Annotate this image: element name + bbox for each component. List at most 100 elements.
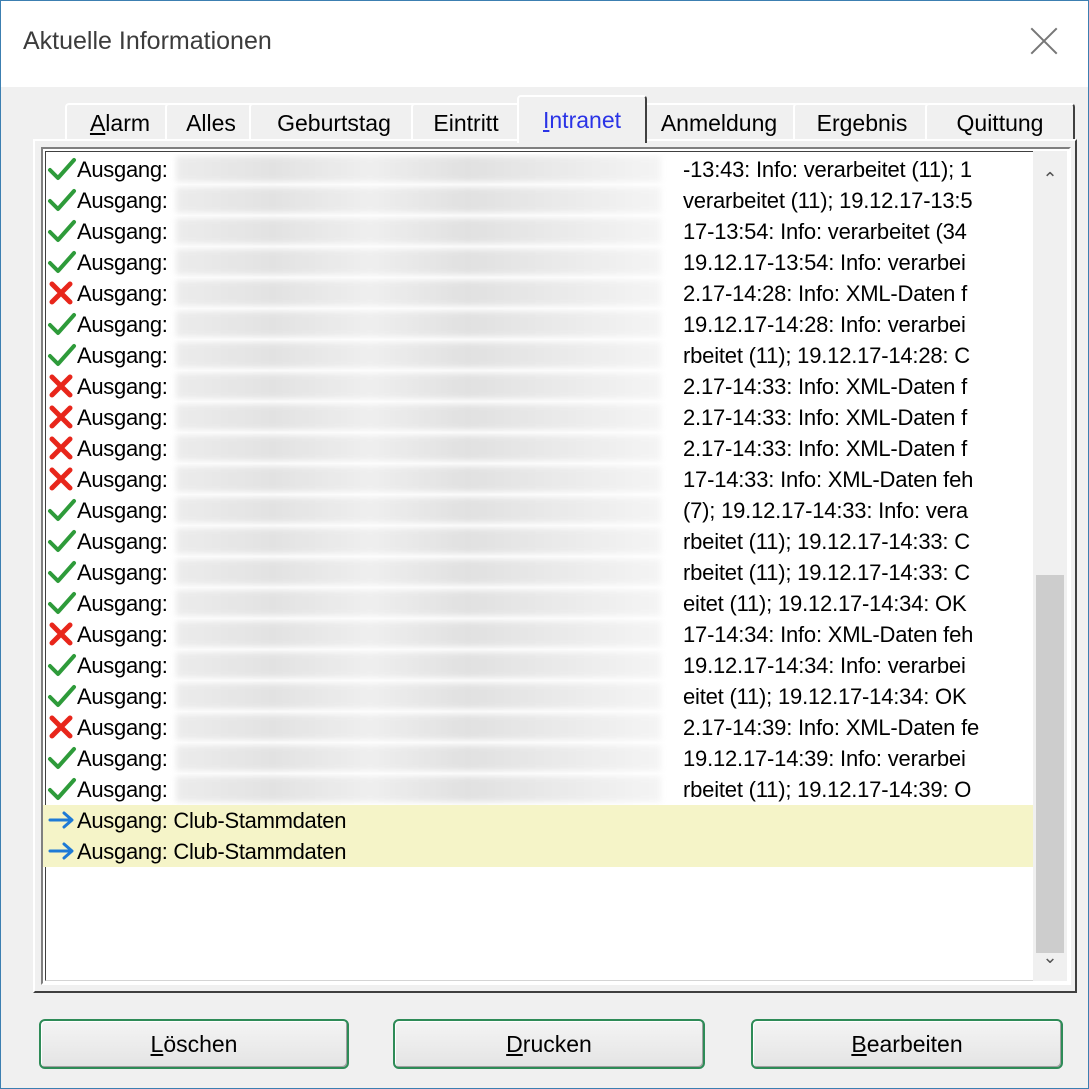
redacted-text: [175, 559, 661, 586]
tab-eintritt[interactable]: Eintritt: [411, 103, 521, 141]
list-item-label: Ausgang:: [77, 591, 168, 616]
redacted-text: [175, 280, 661, 307]
arrow-right-icon: [47, 838, 77, 864]
cross-icon: [47, 466, 77, 492]
message-rows: Ausgang: -13:43: Info: verarbeitet (11); …: [43, 154, 1033, 867]
list-item[interactable]: Ausgang: 17-14:33: Info: XML-Daten feh: [43, 464, 1033, 495]
list-item-label: Ausgang:: [77, 467, 168, 492]
edit-button-accel: B: [851, 1030, 867, 1057]
checkmark-icon: [47, 249, 77, 275]
checkmark-icon: [47, 745, 77, 771]
list-item-label: Ausgang:: [77, 219, 168, 244]
list-item[interactable]: Ausgang: rbeitet (11); 19.12.17-14:28: C: [43, 340, 1033, 371]
list-item[interactable]: Ausgang: 19.12.17-14:28: Info: verarbei: [43, 309, 1033, 340]
cross-icon: [47, 280, 77, 306]
list-item[interactable]: Ausgang: rbeitet (11); 19.12.17-14:33: C: [43, 557, 1033, 588]
list-item-label: Ausgang:: [77, 529, 168, 554]
list-item-label: Ausgang:: [77, 436, 168, 461]
redacted-text: [175, 745, 661, 772]
list-item[interactable]: Ausgang: 19.12.17-14:39: Info: verarbei: [43, 743, 1033, 774]
list-item-detail: rbeitet (11); 19.12.17-14:28: C: [683, 343, 970, 368]
cross-icon: [47, 404, 77, 430]
list-item-detail: 19.12.17-14:28: Info: verarbei: [683, 312, 966, 337]
redacted-text: [175, 218, 661, 245]
list-item[interactable]: Ausgang: 2.17-14:33: Info: XML-Daten f: [43, 402, 1033, 433]
vertical-scrollbar[interactable]: ⌃ ⌄: [1033, 151, 1067, 981]
checkmark-icon: [47, 342, 77, 368]
redacted-text: [175, 342, 661, 369]
list-item[interactable]: Ausgang: 17-13:54: Info: verarbeitet (34: [43, 216, 1033, 247]
list-item-label: Ausgang: Club-Stammdaten: [77, 839, 347, 864]
tab-label: Quittung: [956, 109, 1044, 136]
checkmark-icon: [47, 311, 77, 337]
tab-quittung[interactable]: Quittung: [925, 103, 1075, 141]
delete-button-label: öschen: [163, 1030, 238, 1057]
list-item[interactable]: Ausgang: eitet (11); 19.12.17-14:34: OK: [43, 588, 1033, 619]
close-icon[interactable]: [1022, 19, 1066, 63]
redacted-text: [175, 435, 661, 462]
tab-alarm[interactable]: Alarm: [65, 103, 175, 141]
list-item-detail: 2.17-14:33: Info: XML-Daten f: [683, 405, 968, 430]
delete-button[interactable]: Löschen: [39, 1019, 349, 1069]
checkmark-icon: [47, 187, 77, 213]
list-item[interactable]: Ausgang: 19.12.17-13:54: Info: verarbei: [43, 247, 1033, 278]
message-list[interactable]: Ausgang: -13:43: Info: verarbeitet (11); …: [41, 147, 1071, 985]
list-item[interactable]: Ausgang: 2.17-14:39: Info: XML-Daten fe: [43, 712, 1033, 743]
checkmark-icon: [47, 218, 77, 244]
cross-icon: [47, 435, 77, 461]
cross-icon: [47, 373, 77, 399]
list-item-detail: 19.12.17-13:54: Info: verarbei: [683, 250, 966, 275]
tab-ergebnis[interactable]: Ergebnis: [793, 103, 931, 141]
checkmark-icon: [47, 652, 77, 678]
tab-alles[interactable]: Alles: [165, 103, 257, 141]
list-item[interactable]: Ausgang: eitet (11); 19.12.17-14:34: OK: [43, 681, 1033, 712]
list-item-detail: 19.12.17-14:34: Info: verarbei: [683, 653, 966, 678]
checkmark-icon: [47, 528, 77, 554]
scroll-down-icon[interactable]: ⌄: [1033, 939, 1067, 975]
print-button[interactable]: Drucken: [393, 1019, 705, 1069]
list-item[interactable]: Ausgang: Club-Stammdaten: [43, 805, 1033, 836]
list-item[interactable]: Ausgang: Club-Stammdaten: [43, 836, 1033, 867]
list-item-label: Ausgang:: [77, 281, 168, 306]
list-item-label: Ausgang: Club-Stammdaten: [77, 808, 347, 833]
tab-geburtstag[interactable]: Geburtstag: [249, 103, 419, 141]
list-item[interactable]: Ausgang: (7); 19.12.17-14:33: Info: vera: [43, 495, 1033, 526]
arrow-right-icon: [47, 807, 77, 833]
tab-anmeldung[interactable]: Anmeldung: [639, 103, 799, 141]
list-item[interactable]: Ausgang: 19.12.17-14:34: Info: verarbei: [43, 650, 1033, 681]
list-item-detail: (7); 19.12.17-14:33: Info: vera: [683, 498, 968, 523]
tab-label: Anmeldung: [660, 109, 778, 136]
list-item-detail: 2.17-14:33: Info: XML-Daten f: [683, 374, 968, 399]
list-item-detail: rbeitet (11); 19.12.17-14:39: O: [683, 777, 972, 802]
list-item[interactable]: Ausgang: rbeitet (11); 19.12.17-14:33: C: [43, 526, 1033, 557]
list-item-detail: 2.17-14:28: Info: XML-Daten f: [683, 281, 968, 306]
redacted-text: [175, 714, 661, 741]
scroll-thumb[interactable]: [1036, 575, 1064, 953]
list-item[interactable]: Ausgang: 17-14:34: Info: XML-Daten feh: [43, 619, 1033, 650]
tab-label: larm: [105, 109, 151, 136]
list-item[interactable]: Ausgang: -13:43: Info: verarbeitet (11); …: [43, 154, 1033, 185]
redacted-text: [175, 373, 661, 400]
redacted-text: [175, 776, 661, 803]
print-button-label: rucken: [522, 1030, 592, 1057]
checkmark-icon: [47, 497, 77, 523]
tab-intranet[interactable]: Intranet: [517, 95, 647, 143]
list-item[interactable]: Ausgang: rbeitet (11); 19.12.17-14:39: O: [43, 774, 1033, 805]
list-item[interactable]: Ausgang: 2.17-14:33: Info: XML-Daten f: [43, 433, 1033, 464]
cross-icon: [47, 621, 77, 647]
list-item-label: Ausgang:: [77, 560, 168, 585]
list-item-detail: eitet (11); 19.12.17-14:34: OK: [683, 684, 967, 709]
list-item-label: Ausgang:: [77, 157, 168, 182]
edit-button-label: earbeiten: [866, 1030, 963, 1057]
scroll-up-icon[interactable]: ⌃: [1033, 161, 1067, 197]
list-item-label: Ausgang:: [77, 188, 168, 213]
list-item[interactable]: Ausgang: 2.17-14:33: Info: XML-Daten f: [43, 371, 1033, 402]
redacted-text: [175, 621, 661, 648]
list-item-label: Ausgang:: [77, 777, 168, 802]
list-item[interactable]: Ausgang: 2.17-14:28: Info: XML-Daten f: [43, 278, 1033, 309]
redacted-text: [175, 683, 661, 710]
list-item[interactable]: Ausgang: verarbeitet (11); 19.12.17-13:5: [43, 185, 1033, 216]
list-item-detail: 2.17-14:33: Info: XML-Daten f: [683, 436, 968, 461]
edit-button[interactable]: Bearbeiten: [751, 1019, 1063, 1069]
redacted-text: [175, 249, 661, 276]
